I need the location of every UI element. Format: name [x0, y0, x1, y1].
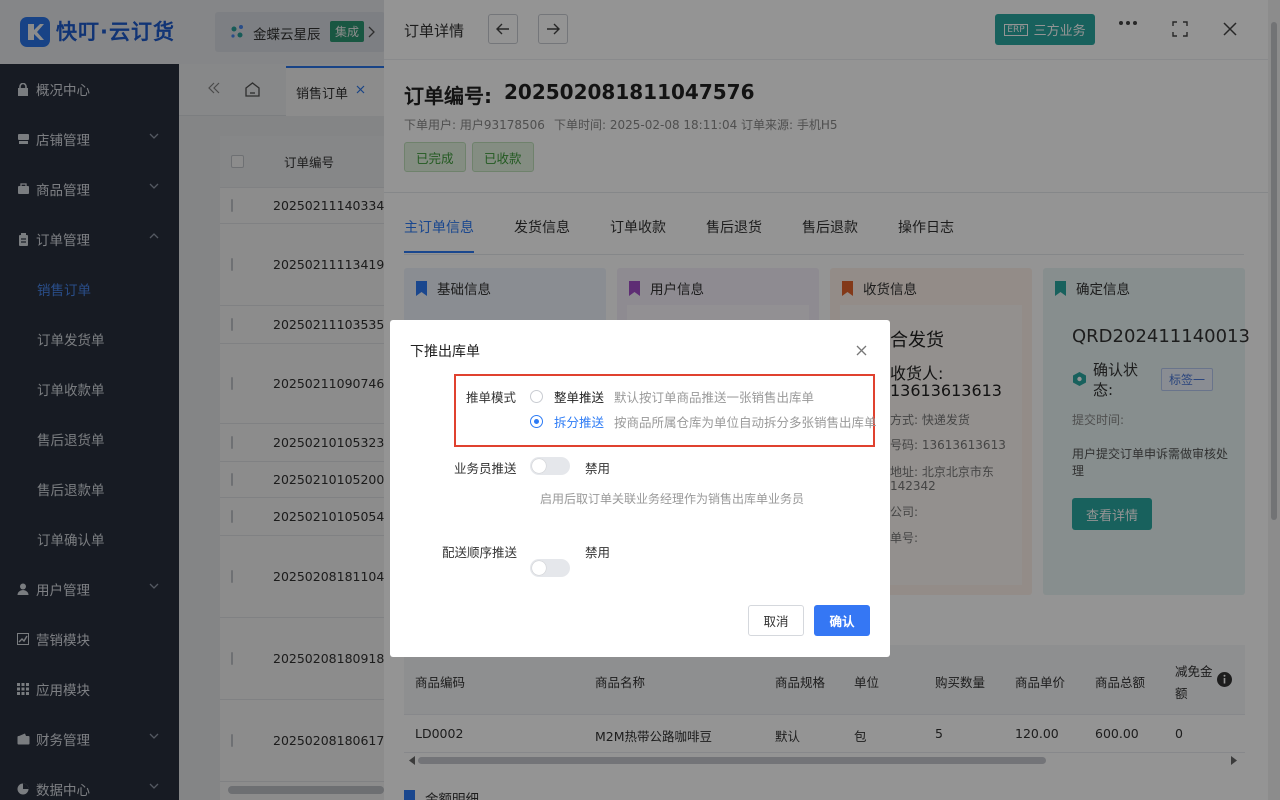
option-description: 默认按订单商品推送一张销售出库单 — [614, 390, 815, 405]
toggle-state: 禁用 — [585, 545, 611, 560]
radio-button-selected[interactable] — [530, 415, 543, 428]
option-label: 整单推送 — [554, 390, 605, 405]
page-dim-overlay[interactable] — [0, 0, 384, 800]
toggle-state: 禁用 — [585, 461, 611, 476]
salesman-push-label: 业务员推送 — [454, 461, 517, 476]
delivery-order-push-toggle[interactable] — [530, 559, 570, 577]
close-icon[interactable] — [856, 345, 867, 356]
radio-button[interactable] — [530, 390, 543, 403]
push-mode-label: 推单模式 — [466, 390, 517, 405]
delivery-order-push-label: 配送顺序推送 — [442, 545, 518, 560]
cancel-button[interactable]: 取消 — [748, 605, 804, 636]
dialog-title: 下推出库单 — [410, 344, 480, 360]
option-description: 按商品所属仓库为单位自动拆分多张销售出库单 — [614, 415, 877, 430]
option-label: 拆分推送 — [554, 415, 605, 430]
highlight-box — [454, 374, 875, 447]
confirm-button[interactable]: 确认 — [814, 605, 870, 636]
radio-whole-order[interactable]: 整单推送 默认按订单商品推送一张销售出库单 — [530, 387, 814, 406]
radio-split-order[interactable]: 拆分推送 按商品所属仓库为单位自动拆分多张销售出库单 — [530, 412, 877, 431]
push-outbound-dialog: 下推出库单 推单模式 整单推送 默认按订单商品推送一张销售出库单 拆分推送 按商… — [390, 320, 890, 657]
salesman-push-hint: 启用后取订单关联业务经理作为销售出库单业务员 — [540, 492, 805, 506]
salesman-push-toggle[interactable] — [530, 457, 570, 475]
